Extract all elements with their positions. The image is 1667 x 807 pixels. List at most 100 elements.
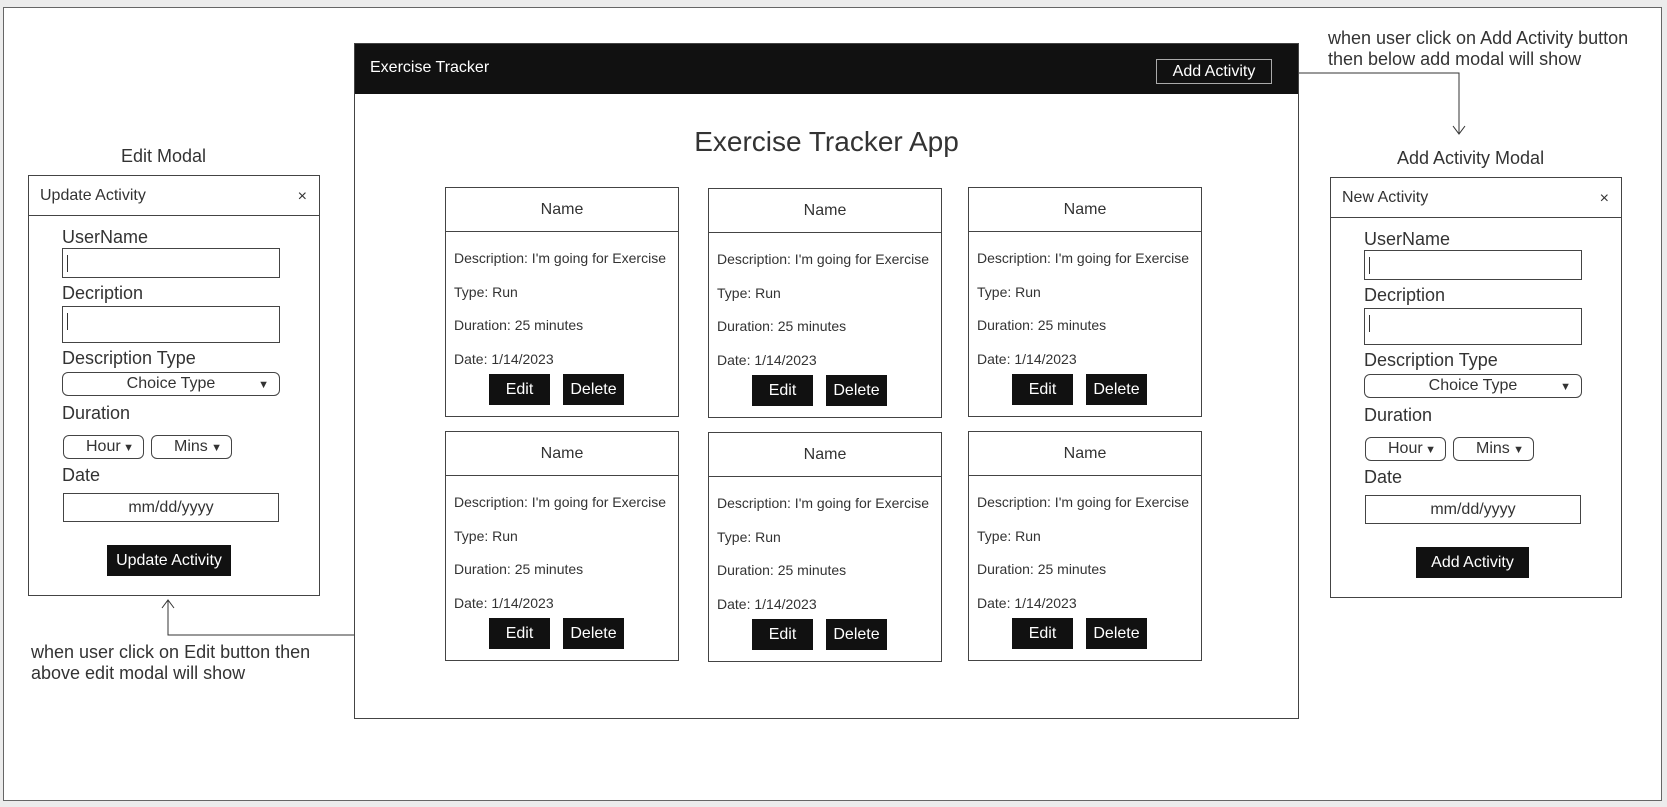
exercise-tracker-app: Exercise Tracker Add Activity Exercise T… [354, 43, 1299, 719]
edit-button[interactable]: Edit [1012, 374, 1073, 405]
add-modal-header: New Activity × [1331, 178, 1621, 218]
card-duration: Duration: 25 minutes [454, 561, 584, 577]
description-type-select[interactable]: Choice Type ▼ [62, 372, 280, 396]
hour-value: Hour [86, 438, 121, 455]
delete-button[interactable]: Delete [1086, 374, 1147, 405]
add-note-line: when user click on Add Activity button [1328, 28, 1629, 48]
add-modal-title: New Activity [1342, 189, 1429, 206]
card-date: Date: 1/14/2023 [717, 352, 817, 368]
card-duration: Duration: 25 minutes [454, 317, 584, 333]
card-duration: Duration: 25 minutes [977, 561, 1107, 577]
edit-button[interactable]: Edit [489, 374, 550, 405]
card-duration: Duration: 25 minutes [717, 318, 847, 334]
card-name: Name [969, 188, 1201, 232]
hour-select[interactable]: Hour ▼ [1365, 437, 1446, 461]
card-description: Description: I'm going for Exercise [977, 250, 1189, 266]
username-input[interactable] [62, 248, 280, 278]
card-type: Type: Run [454, 528, 518, 544]
card-description: Description: I'm going for Exercise [454, 494, 666, 510]
delete-button[interactable]: Delete [826, 619, 887, 650]
card-name: Name [446, 188, 678, 232]
edit-modal-label: Edit Modal [121, 146, 207, 166]
delete-button[interactable]: Delete [1086, 618, 1147, 649]
card-date: Date: 1/14/2023 [977, 595, 1077, 611]
text-cursor [1369, 315, 1370, 332]
description-type-value: Choice Type [1428, 377, 1518, 394]
add-note-line: then below add modal will show [1328, 49, 1582, 69]
date-input[interactable]: mm/dd/yyyy [1365, 495, 1581, 524]
card-duration: Duration: 25 minutes [717, 562, 847, 578]
navbar: Exercise Tracker Add Activity [355, 44, 1298, 94]
add-connector-line [1281, 72, 1460, 133]
hour-value: Hour [1388, 440, 1423, 457]
mins-select[interactable]: Mins ▼ [1453, 437, 1534, 461]
add-modal: New Activity × UserName Decription Descr… [1330, 177, 1622, 598]
card-name: Name [709, 433, 941, 477]
card-date: Date: 1/14/2023 [977, 351, 1077, 367]
description-type-value: Choice Type [126, 375, 216, 392]
update-activity-button[interactable]: Update Activity [107, 545, 231, 576]
username-input[interactable] [1364, 250, 1582, 280]
duration-label: Duration [62, 403, 131, 423]
edit-modal-header: Update Activity × [29, 176, 319, 216]
card-name: Name [969, 432, 1201, 476]
date-label: Date [62, 465, 101, 485]
add-activity-annotation: when user click on Add Activity button t… [1328, 28, 1628, 70]
text-cursor [67, 313, 68, 330]
edit-note-line: when user click on Edit button then [31, 642, 311, 662]
description-input[interactable] [62, 306, 280, 343]
duration-label: Duration [1364, 405, 1433, 425]
username-label: UserName [62, 227, 149, 247]
card-duration: Duration: 25 minutes [977, 317, 1107, 333]
description-type-select[interactable]: Choice Type ▼ [1364, 374, 1582, 398]
mins-value: Mins [174, 438, 208, 455]
close-icon[interactable]: × [298, 188, 307, 206]
edit-modal: Update Activity × UserName Decription De… [28, 175, 320, 596]
add-activity-submit-button[interactable]: Add Activity [1416, 547, 1529, 578]
chevron-down-icon: ▼ [1425, 444, 1436, 456]
chevron-down-icon: ▼ [1560, 381, 1571, 393]
chevron-down-icon: ▼ [211, 442, 222, 454]
close-icon[interactable]: × [1600, 190, 1609, 208]
description-type-label: Description Type [62, 348, 196, 368]
card-name: Name [446, 432, 678, 476]
add-activity-button[interactable]: Add Activity [1156, 59, 1272, 84]
card-name: Name [709, 189, 941, 233]
edit-button[interactable]: Edit [489, 618, 550, 649]
description-label: Decription [62, 283, 144, 303]
chevron-down-icon: ▼ [1513, 444, 1524, 456]
card-description: Description: I'm going for Exercise [454, 250, 666, 266]
activity-card: Name Description: I'm going for Exercise… [968, 431, 1202, 661]
page-title: Exercise Tracker App [694, 126, 959, 157]
edit-note-line: above edit modal will show [31, 663, 246, 683]
description-input[interactable] [1364, 308, 1582, 345]
navbar-brand[interactable]: Exercise Tracker [370, 59, 489, 77]
card-type: Type: Run [717, 529, 781, 545]
activity-card: Name Description: I'm going for Exercise… [968, 187, 1202, 417]
card-date: Date: 1/14/2023 [454, 595, 554, 611]
edit-button[interactable]: Edit [1012, 618, 1073, 649]
username-label: UserName [1364, 229, 1451, 249]
edit-annotation: when user click on Edit button then abov… [31, 642, 310, 684]
card-description: Description: I'm going for Exercise [977, 494, 1189, 510]
date-input[interactable]: mm/dd/yyyy [63, 493, 279, 522]
delete-button[interactable]: Delete [826, 375, 887, 406]
chevron-down-icon: ▼ [123, 442, 134, 454]
text-cursor [1369, 257, 1370, 274]
text-cursor [67, 255, 68, 272]
hour-select[interactable]: Hour ▼ [63, 435, 144, 459]
activity-card: Name Description: I'm going for Exercise… [445, 431, 679, 661]
description-label: Decription [1364, 285, 1446, 305]
edit-button[interactable]: Edit [752, 375, 813, 406]
delete-button[interactable]: Delete [563, 618, 624, 649]
description-type-label: Description Type [1364, 350, 1498, 370]
card-description: Description: I'm going for Exercise [717, 251, 929, 267]
add-modal-label: Add Activity Modal [1397, 148, 1545, 168]
card-type: Type: Run [977, 284, 1041, 300]
edit-button[interactable]: Edit [752, 619, 813, 650]
mins-select[interactable]: Mins ▼ [151, 435, 232, 459]
mins-value: Mins [1476, 440, 1510, 457]
card-date: Date: 1/14/2023 [454, 351, 554, 367]
activity-card: Name Description: I'm going for Exercise… [708, 432, 942, 662]
delete-button[interactable]: Delete [563, 374, 624, 405]
